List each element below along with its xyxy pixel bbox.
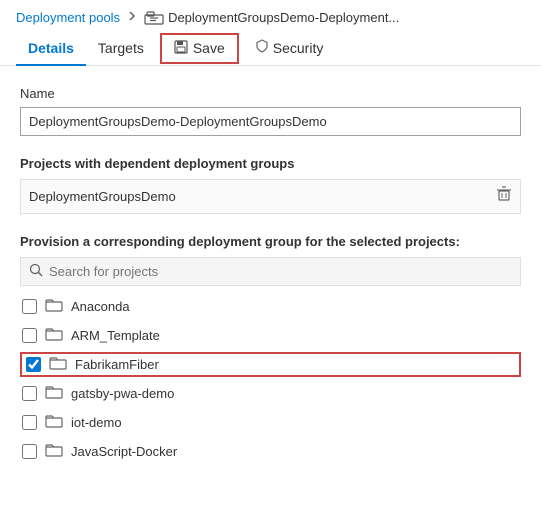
projects-section: Projects with dependent deployment group… — [20, 156, 521, 214]
search-input[interactable] — [49, 264, 512, 279]
project-item-name: DeploymentGroupsDemo — [29, 189, 176, 204]
save-icon — [174, 40, 188, 57]
save-button[interactable]: Save — [160, 33, 239, 64]
shield-icon — [255, 39, 269, 56]
folder-icon-anaconda — [45, 298, 63, 315]
folder-icon-iot-demo — [45, 414, 63, 431]
checkbox-fabrikam-fiber[interactable] — [26, 357, 41, 372]
breadcrumb-link[interactable]: Deployment pools — [16, 10, 120, 25]
name-label: Name — [20, 86, 521, 101]
checkbox-item-fabrikam-fiber: FabrikamFiber — [20, 352, 521, 377]
folder-icon-arm-template — [45, 327, 63, 344]
folder-icon-fabrikam-fiber — [49, 356, 67, 373]
checkbox-label-anaconda: Anaconda — [71, 299, 130, 314]
folder-icon-javascript-docker — [45, 443, 63, 460]
tab-security[interactable]: Security — [243, 31, 336, 66]
tabs-bar: Details Targets Save Security — [0, 31, 541, 66]
checkbox-item-arm-template: ARM_Template — [20, 323, 521, 348]
breadcrumb-group-icon — [144, 11, 164, 25]
checkbox-anaconda[interactable] — [22, 299, 37, 314]
breadcrumb-current: DeploymentGroupsDemo-Deployment... — [168, 10, 399, 25]
checkbox-item-anaconda: Anaconda — [20, 294, 521, 319]
checkbox-label-iot-demo: iot-demo — [71, 415, 122, 430]
security-tab-label: Security — [273, 40, 324, 56]
checkbox-arm-template[interactable] — [22, 328, 37, 343]
folder-icon-gatsby-pwa-demo — [45, 385, 63, 402]
name-input[interactable] — [20, 107, 521, 136]
checkbox-label-gatsby-pwa-demo: gatsby-pwa-demo — [71, 386, 174, 401]
provision-section: Provision a corresponding deployment gro… — [20, 234, 521, 464]
search-icon — [29, 263, 43, 280]
checkbox-gatsby-pwa-demo[interactable] — [22, 386, 37, 401]
checkbox-label-arm-template: ARM_Template — [71, 328, 160, 343]
checkbox-item-gatsby-pwa-demo: gatsby-pwa-demo — [20, 381, 521, 406]
name-field-group: Name — [20, 86, 521, 136]
provision-label: Provision a corresponding deployment gro… — [20, 234, 521, 249]
save-label: Save — [193, 40, 225, 56]
checkbox-item-javascript-docker: JavaScript-Docker — [20, 439, 521, 464]
tab-details[interactable]: Details — [16, 32, 86, 66]
breadcrumb-separator — [126, 10, 138, 25]
delete-project-icon[interactable] — [496, 186, 512, 207]
checkbox-label-fabrikam-fiber: FabrikamFiber — [75, 357, 159, 372]
project-checkbox-list: Anaconda ARM_Template FabrikamFiber gats… — [20, 294, 521, 464]
project-list-item: DeploymentGroupsDemo — [20, 179, 521, 214]
content-area: Name Projects with dependent deployment … — [0, 66, 541, 484]
search-box — [20, 257, 521, 286]
checkbox-javascript-docker[interactable] — [22, 444, 37, 459]
projects-section-title: Projects with dependent deployment group… — [20, 156, 521, 171]
breadcrumb: Deployment pools DeploymentGroupsDemo-De… — [0, 0, 541, 31]
checkbox-iot-demo[interactable] — [22, 415, 37, 430]
checkbox-item-iot-demo: iot-demo — [20, 410, 521, 435]
checkbox-label-javascript-docker: JavaScript-Docker — [71, 444, 177, 459]
tab-targets[interactable]: Targets — [86, 32, 156, 66]
